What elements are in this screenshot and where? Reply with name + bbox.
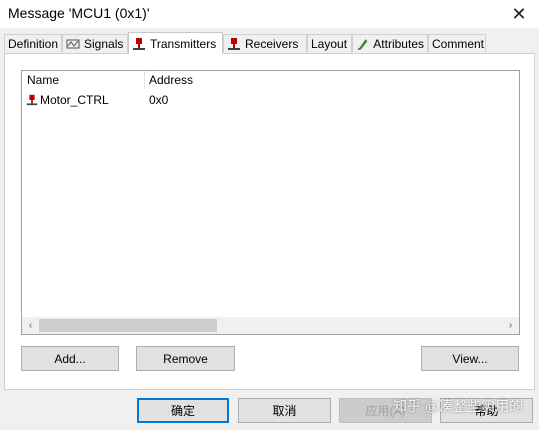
window-title: Message 'MCU1 (0x1)' — [8, 5, 150, 21]
column-header-name[interactable]: Name — [27, 73, 59, 87]
tab-strip: Definition Signals Transmitters Receiver… — [4, 32, 535, 54]
transmitter-node-icon — [133, 37, 145, 50]
message-dialog: Message 'MCU1 (0x1)' ✕ Definition Signal… — [0, 0, 539, 430]
tab-receivers[interactable]: Receivers — [223, 34, 307, 52]
tab-signals[interactable]: Signals — [62, 34, 128, 52]
tab-definition[interactable]: Definition — [4, 34, 62, 52]
tab-label: Definition — [8, 36, 59, 51]
scrollbar-thumb[interactable] — [39, 319, 217, 332]
horizontal-scrollbar[interactable]: ‹ › — [22, 317, 519, 334]
remove-button[interactable]: Remove — [136, 346, 235, 371]
list-item-name-cell: Motor_CTRL — [26, 93, 109, 107]
ok-button[interactable]: 确定 — [137, 398, 229, 423]
tab-label: Layout — [311, 36, 348, 51]
tab-transmitters[interactable]: Transmitters — [128, 32, 223, 54]
close-icon[interactable]: ✕ — [499, 0, 539, 28]
tab-label: Signals — [84, 36, 124, 51]
tab-layout[interactable]: Layout — [307, 34, 352, 52]
scroll-right-icon[interactable]: › — [502, 317, 519, 334]
cancel-button[interactable]: 取消 — [238, 398, 331, 423]
signals-icon — [66, 39, 80, 48]
attributes-pen-icon — [357, 38, 368, 50]
tab-label: Comment — [432, 36, 485, 51]
tab-label: Transmitters — [150, 36, 217, 51]
watermark: 知乎 @凑整些实用的 — [393, 398, 524, 414]
tab-label: Attributes — [373, 36, 424, 51]
receiver-node-icon — [228, 37, 240, 50]
list-item[interactable]: Motor_CTRL 0x0 — [22, 91, 519, 109]
tab-label: Receivers — [245, 36, 299, 51]
scroll-left-icon[interactable]: ‹ — [22, 317, 39, 334]
transmitters-panel: Name Address Motor_CTRL 0x0 ‹ › Add... R… — [4, 53, 535, 390]
title-bar: Message 'MCU1 (0x1)' ✕ — [0, 0, 539, 28]
node-icon — [26, 94, 38, 106]
tab-comment[interactable]: Comment — [428, 34, 486, 52]
view-button[interactable]: View... — [421, 346, 519, 371]
column-separator[interactable] — [144, 71, 145, 89]
add-button[interactable]: Add... — [21, 346, 119, 371]
transmitters-list[interactable]: Name Address Motor_CTRL 0x0 ‹ › — [21, 70, 520, 335]
column-header-address[interactable]: Address — [149, 73, 193, 87]
tab-attributes[interactable]: Attributes — [352, 34, 428, 52]
list-item-address: 0x0 — [149, 93, 169, 107]
list-header: Name Address — [22, 71, 519, 89]
list-item-name: Motor_CTRL — [40, 93, 109, 107]
